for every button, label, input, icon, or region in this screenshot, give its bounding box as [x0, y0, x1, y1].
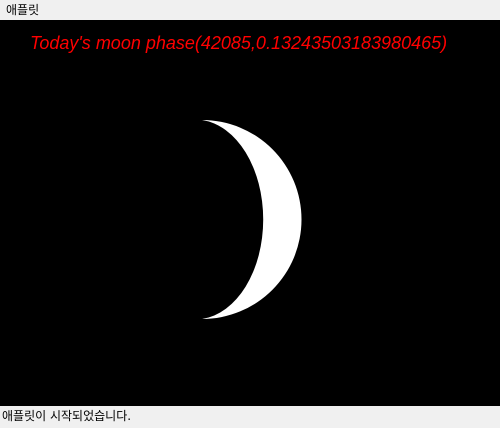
- applet-menubar: 애플릿: [0, 0, 500, 20]
- moon-graphic: [202, 120, 302, 319]
- status-text: 애플릿이 시작되었습니다.: [2, 409, 132, 423]
- moon-crescent: [202, 120, 302, 319]
- applet-menu[interactable]: 애플릿: [6, 3, 39, 17]
- status-bar: 애플릿이 시작되었습니다.: [0, 406, 500, 428]
- applet-canvas: Today's moon phase(42085,0.1324350318398…: [0, 20, 500, 406]
